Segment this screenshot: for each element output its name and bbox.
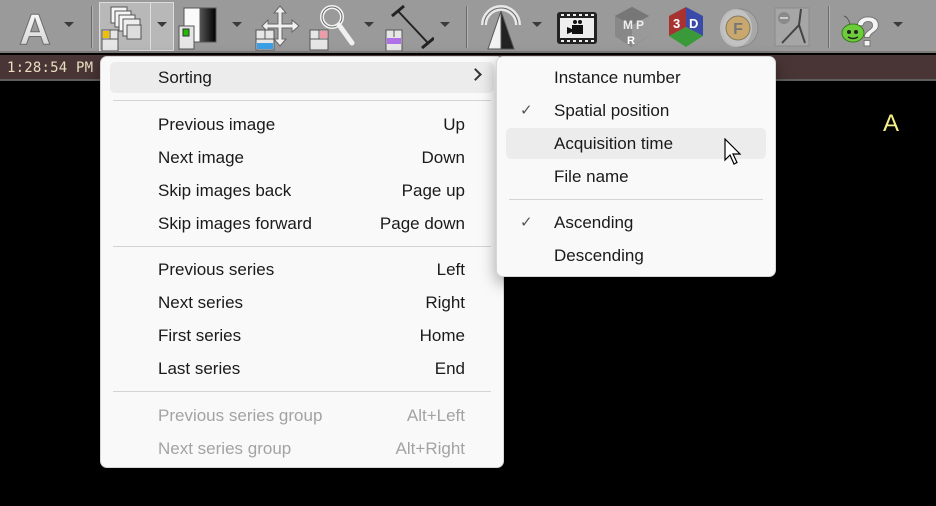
- menu-item-label: Sorting: [158, 68, 212, 87]
- submenu-item-descending[interactable]: Descending: [506, 240, 766, 271]
- checkmark-icon: ✓: [520, 102, 533, 119]
- svg-text:D: D: [689, 16, 698, 31]
- menu-item-label: Ascending: [554, 213, 634, 232]
- menu-item-first-series[interactable]: First series Home: [110, 320, 494, 351]
- menu-item-next-series[interactable]: Next series Right: [110, 287, 494, 318]
- browse-context-menu: Sorting Previous image Up Next image Dow…: [100, 56, 504, 468]
- menu-item-shortcut: Left: [436, 260, 465, 279]
- rotate-flip-icon: [481, 5, 521, 50]
- help-dropdown[interactable]: [893, 22, 903, 27]
- menu-item-label: Previous series group: [158, 406, 323, 425]
- toolbar-separator: [91, 6, 92, 48]
- svg-text:P: P: [636, 18, 644, 32]
- chevron-right-icon: [469, 68, 482, 81]
- menu-item-label: Acquisition time: [554, 134, 674, 153]
- menu-separator: [113, 391, 491, 392]
- 3d-button[interactable]: 3 D: [666, 3, 706, 51]
- text-annotation-icon: A: [19, 5, 52, 55]
- cine-film-icon: [557, 12, 597, 44]
- menu-item-last-series[interactable]: Last series End: [110, 353, 494, 384]
- menu-separator: [113, 100, 491, 101]
- active-tool-split: [150, 3, 151, 50]
- checkmark-icon: ✓: [520, 214, 533, 231]
- toolbar-separator: [828, 6, 829, 48]
- svg-text:F: F: [733, 21, 743, 38]
- menu-item-skip-images-forward[interactable]: Skip images forward Page down: [110, 208, 494, 239]
- mpr-cube-icon: M P R: [615, 7, 649, 47]
- svg-text:A: A: [19, 5, 51, 51]
- menu-separator: [509, 199, 763, 200]
- mouse-cursor-icon: [724, 138, 742, 165]
- 3d-cube-icon: 3 D: [669, 7, 703, 47]
- svg-text:R: R: [627, 35, 635, 47]
- window-level-dropdown[interactable]: [232, 22, 242, 27]
- zoom-magnifier-icon: [309, 5, 355, 51]
- menu-item-previous-image[interactable]: Previous image Up: [110, 109, 494, 140]
- rotate-flip-button[interactable]: [478, 3, 524, 51]
- menu-item-previous-series[interactable]: Previous series Left: [110, 254, 494, 285]
- menu-item-label: Next series group: [158, 439, 292, 458]
- vessel-tool-button[interactable]: [772, 3, 812, 51]
- menu-item-previous-series-group: Previous series group Alt+Left: [110, 400, 494, 431]
- clock-display: 1:28:54 PM: [7, 60, 94, 76]
- menu-item-shortcut: Down: [421, 148, 465, 167]
- measure-dropdown[interactable]: [440, 22, 450, 27]
- orientation-marker: A: [883, 110, 900, 137]
- window-level-button[interactable]: [178, 3, 222, 51]
- menu-item-skip-images-back[interactable]: Skip images back Page up: [110, 175, 494, 206]
- zoom-button[interactable]: [308, 3, 356, 51]
- fusion-button[interactable]: F: [716, 3, 760, 51]
- menu-item-label: Skip images back: [158, 181, 292, 200]
- browse-tool-dropdown[interactable]: [157, 22, 167, 27]
- pan-move-icon: [255, 5, 300, 51]
- menu-item-label: Skip images forward: [158, 214, 313, 233]
- menu-item-sorting[interactable]: Sorting: [110, 62, 494, 93]
- menu-item-next-series-group: Next series group Alt+Right: [110, 433, 494, 464]
- menu-item-label: Previous image: [158, 115, 276, 134]
- window-level-icon: [178, 7, 217, 50]
- fusion-icon: F: [720, 8, 759, 48]
- help-bug-icon: ?: [841, 8, 881, 56]
- pan-button[interactable]: [254, 3, 300, 51]
- image-stack-browse-icon: [101, 6, 142, 52]
- toolbar: A M P R 3 D F ?: [0, 0, 936, 56]
- menu-item-shortcut: Page up: [401, 181, 465, 200]
- help-button[interactable]: ?: [838, 3, 886, 56]
- toolbar-separator: [466, 6, 467, 48]
- text-annotation-button[interactable]: A: [10, 3, 60, 55]
- menu-item-shortcut: Home: [419, 326, 465, 345]
- submenu-item-ascending[interactable]: ✓ Ascending: [506, 207, 766, 238]
- menu-item-shortcut: End: [434, 359, 465, 378]
- menu-item-shortcut: Up: [443, 115, 465, 134]
- zoom-dropdown[interactable]: [364, 22, 374, 27]
- menu-item-label: Descending: [554, 246, 644, 265]
- menu-item-label: Instance number: [554, 68, 681, 87]
- menu-item-label: Next image: [158, 148, 244, 167]
- measure-ruler-icon: [385, 4, 435, 52]
- menu-item-label: File name: [554, 167, 629, 186]
- menu-item-label: Previous series: [158, 260, 275, 279]
- menu-item-shortcut: Alt+Right: [395, 439, 465, 458]
- text-tool-dropdown[interactable]: [64, 22, 74, 27]
- browse-images-button[interactable]: [101, 3, 147, 52]
- submenu-item-spatial-position[interactable]: ✓ Spatial position: [506, 95, 766, 126]
- menu-item-label: Next series: [158, 293, 244, 312]
- menu-item-shortcut: Page down: [379, 214, 465, 233]
- menu-separator: [113, 246, 491, 247]
- menu-item-label: First series: [158, 326, 242, 345]
- cine-button[interactable]: [556, 3, 598, 51]
- vessel-tool-icon: [774, 7, 810, 47]
- menu-item-label: Last series: [158, 359, 241, 378]
- menu-item-label: Spatial position: [554, 101, 670, 120]
- menu-item-shortcut: Right: [425, 293, 465, 312]
- mpr-button[interactable]: M P R: [612, 3, 652, 51]
- rotate-flip-dropdown[interactable]: [532, 22, 542, 27]
- svg-text:3: 3: [673, 16, 680, 31]
- measure-button[interactable]: [384, 3, 435, 52]
- submenu-item-instance-number[interactable]: Instance number: [506, 62, 766, 93]
- menu-item-shortcut: Alt+Left: [406, 406, 465, 425]
- svg-text:M: M: [623, 18, 633, 32]
- menu-item-next-image[interactable]: Next image Down: [110, 142, 494, 173]
